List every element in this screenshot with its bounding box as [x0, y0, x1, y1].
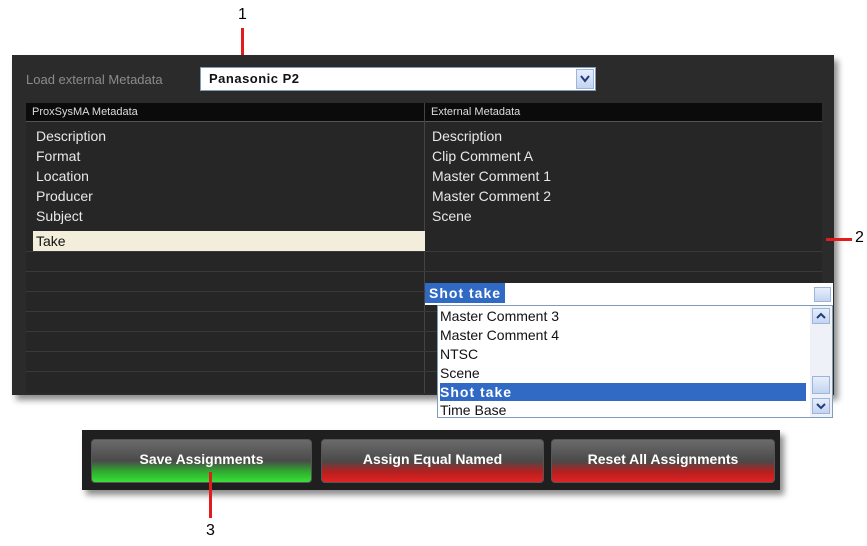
table-cell-external[interactable]: Master Comment 1 — [432, 166, 551, 186]
reset-all-assignments-button[interactable]: Reset All Assignments — [551, 439, 775, 483]
assign-equal-named-button[interactable]: Assign Equal Named — [321, 439, 544, 483]
load-external-metadata-label: Load external Metadata — [26, 72, 163, 87]
callout-line-2 — [826, 238, 852, 241]
combo-selected-value: Shot take — [425, 283, 506, 303]
callout-number-3: 3 — [206, 522, 215, 539]
scrollbar-thumb[interactable] — [812, 376, 830, 394]
table-cell-external[interactable]: Clip Comment A — [432, 146, 533, 166]
scroll-down-icon[interactable] — [812, 398, 830, 414]
assignment-button-bar: Save Assignments Assign Equal Named Rese… — [82, 430, 780, 490]
save-assignments-button[interactable]: Save Assignments — [91, 439, 312, 483]
row-divider — [26, 251, 822, 252]
dropdown-option[interactable]: Time Base — [440, 401, 806, 419]
callout-line-3 — [209, 472, 212, 518]
chevron-down-icon[interactable] — [576, 69, 594, 89]
dropdown-option-selected[interactable]: Shot take — [440, 383, 806, 401]
combo-dropdown-button[interactable] — [814, 287, 831, 302]
table-cell-proxsysma[interactable]: Location — [36, 166, 89, 186]
external-metadata-dropdown-list[interactable]: Master Comment 3 Master Comment 4 NTSC S… — [437, 305, 833, 418]
dropdown-option[interactable]: Scene — [440, 364, 806, 382]
dropdown-option[interactable]: Master Comment 3 — [440, 307, 806, 325]
scroll-up-icon[interactable] — [812, 308, 830, 324]
table-cell-external[interactable]: Description — [432, 126, 502, 146]
load-external-metadata-value: Panasonic P2 — [209, 71, 300, 86]
row-divider — [26, 271, 822, 272]
table-row-selected[interactable]: Take — [33, 231, 425, 251]
table-cell-proxsysma[interactable]: Subject — [36, 206, 83, 226]
table-cell-proxsysma[interactable]: Producer — [36, 186, 93, 206]
external-metadata-combo[interactable]: Shot take — [425, 283, 833, 305]
metadata-panel: Load external Metadata Panasonic P2 Prox… — [12, 55, 834, 418]
table-cell-external[interactable]: Scene — [432, 206, 472, 226]
table-cell-proxsysma: Take — [36, 233, 66, 249]
table-cell-proxsysma[interactable]: Description — [36, 126, 106, 146]
table-cell-proxsysma[interactable]: Format — [36, 146, 80, 166]
dropdown-option[interactable]: NTSC — [440, 345, 806, 363]
table-cell-external[interactable]: Master Comment 2 — [432, 186, 551, 206]
load-external-metadata-select[interactable]: Panasonic P2 — [200, 67, 596, 91]
column-header-external: External Metadata — [425, 103, 822, 122]
callout-number-2: 2 — [855, 229, 864, 246]
column-header-proxsysma: ProxSysMA Metadata — [26, 103, 424, 122]
dropdown-scrollbar[interactable] — [810, 306, 832, 417]
dropdown-option[interactable]: Master Comment 4 — [440, 326, 806, 344]
callout-number-1: 1 — [238, 6, 247, 23]
